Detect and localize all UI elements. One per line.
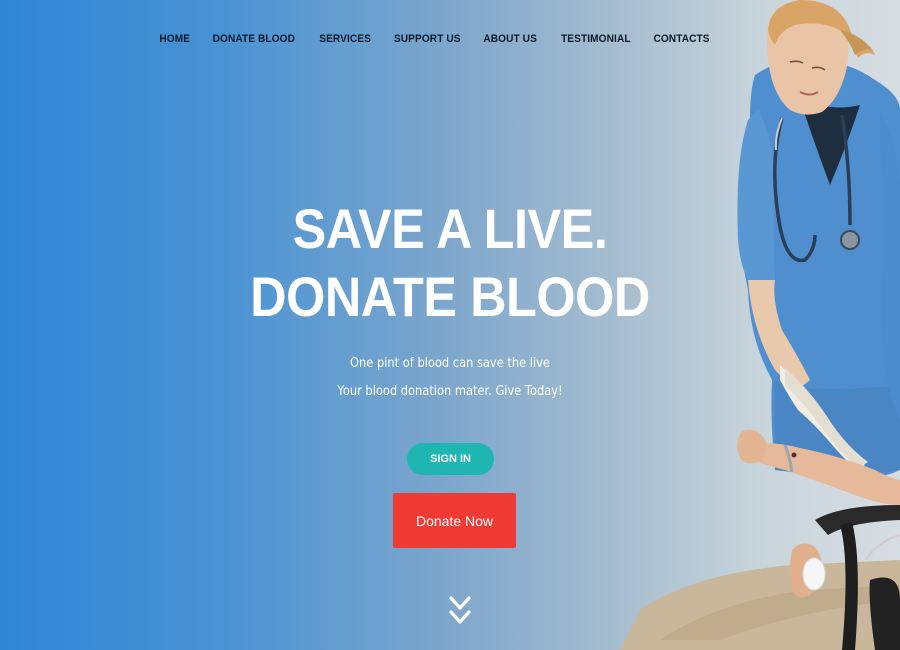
hero-headline: SAVE A LIVE. DONATE BLOOD xyxy=(0,195,900,331)
nav-item-contacts[interactable]: CONTACTS xyxy=(654,33,710,45)
hero-section: HOME DONATE BLOOD SERVICES SUPPORT US AB… xyxy=(0,0,900,650)
headline-line-1: SAVE A LIVE. xyxy=(292,197,608,260)
nav-item-testimonial[interactable]: TESTIMONIAL xyxy=(561,33,631,45)
donate-now-button[interactable]: Donate Now xyxy=(393,493,516,548)
double-chevron-down-icon[interactable] xyxy=(448,595,472,629)
headline-line-2: DONATE BLOOD xyxy=(250,265,650,328)
nav-item-home[interactable]: HOME xyxy=(159,33,190,45)
subtext-line-1: One pint of blood can save the live xyxy=(350,356,550,371)
sign-in-button[interactable]: SIGN IN xyxy=(407,443,494,475)
hero-subtext: One pint of blood can save the live Your… xyxy=(0,350,900,406)
nav-item-donate-blood[interactable]: DONATE BLOOD xyxy=(213,33,295,45)
nav-item-support-us[interactable]: SUPPORT US xyxy=(394,33,461,45)
nav-item-about-us[interactable]: ABOUT US xyxy=(484,33,538,45)
nav-item-services[interactable]: SERVICES xyxy=(319,33,371,45)
main-nav: HOME DONATE BLOOD SERVICES SUPPORT US AB… xyxy=(0,33,870,45)
subtext-line-2: Your blood donation mater. Give Today! xyxy=(337,384,563,399)
